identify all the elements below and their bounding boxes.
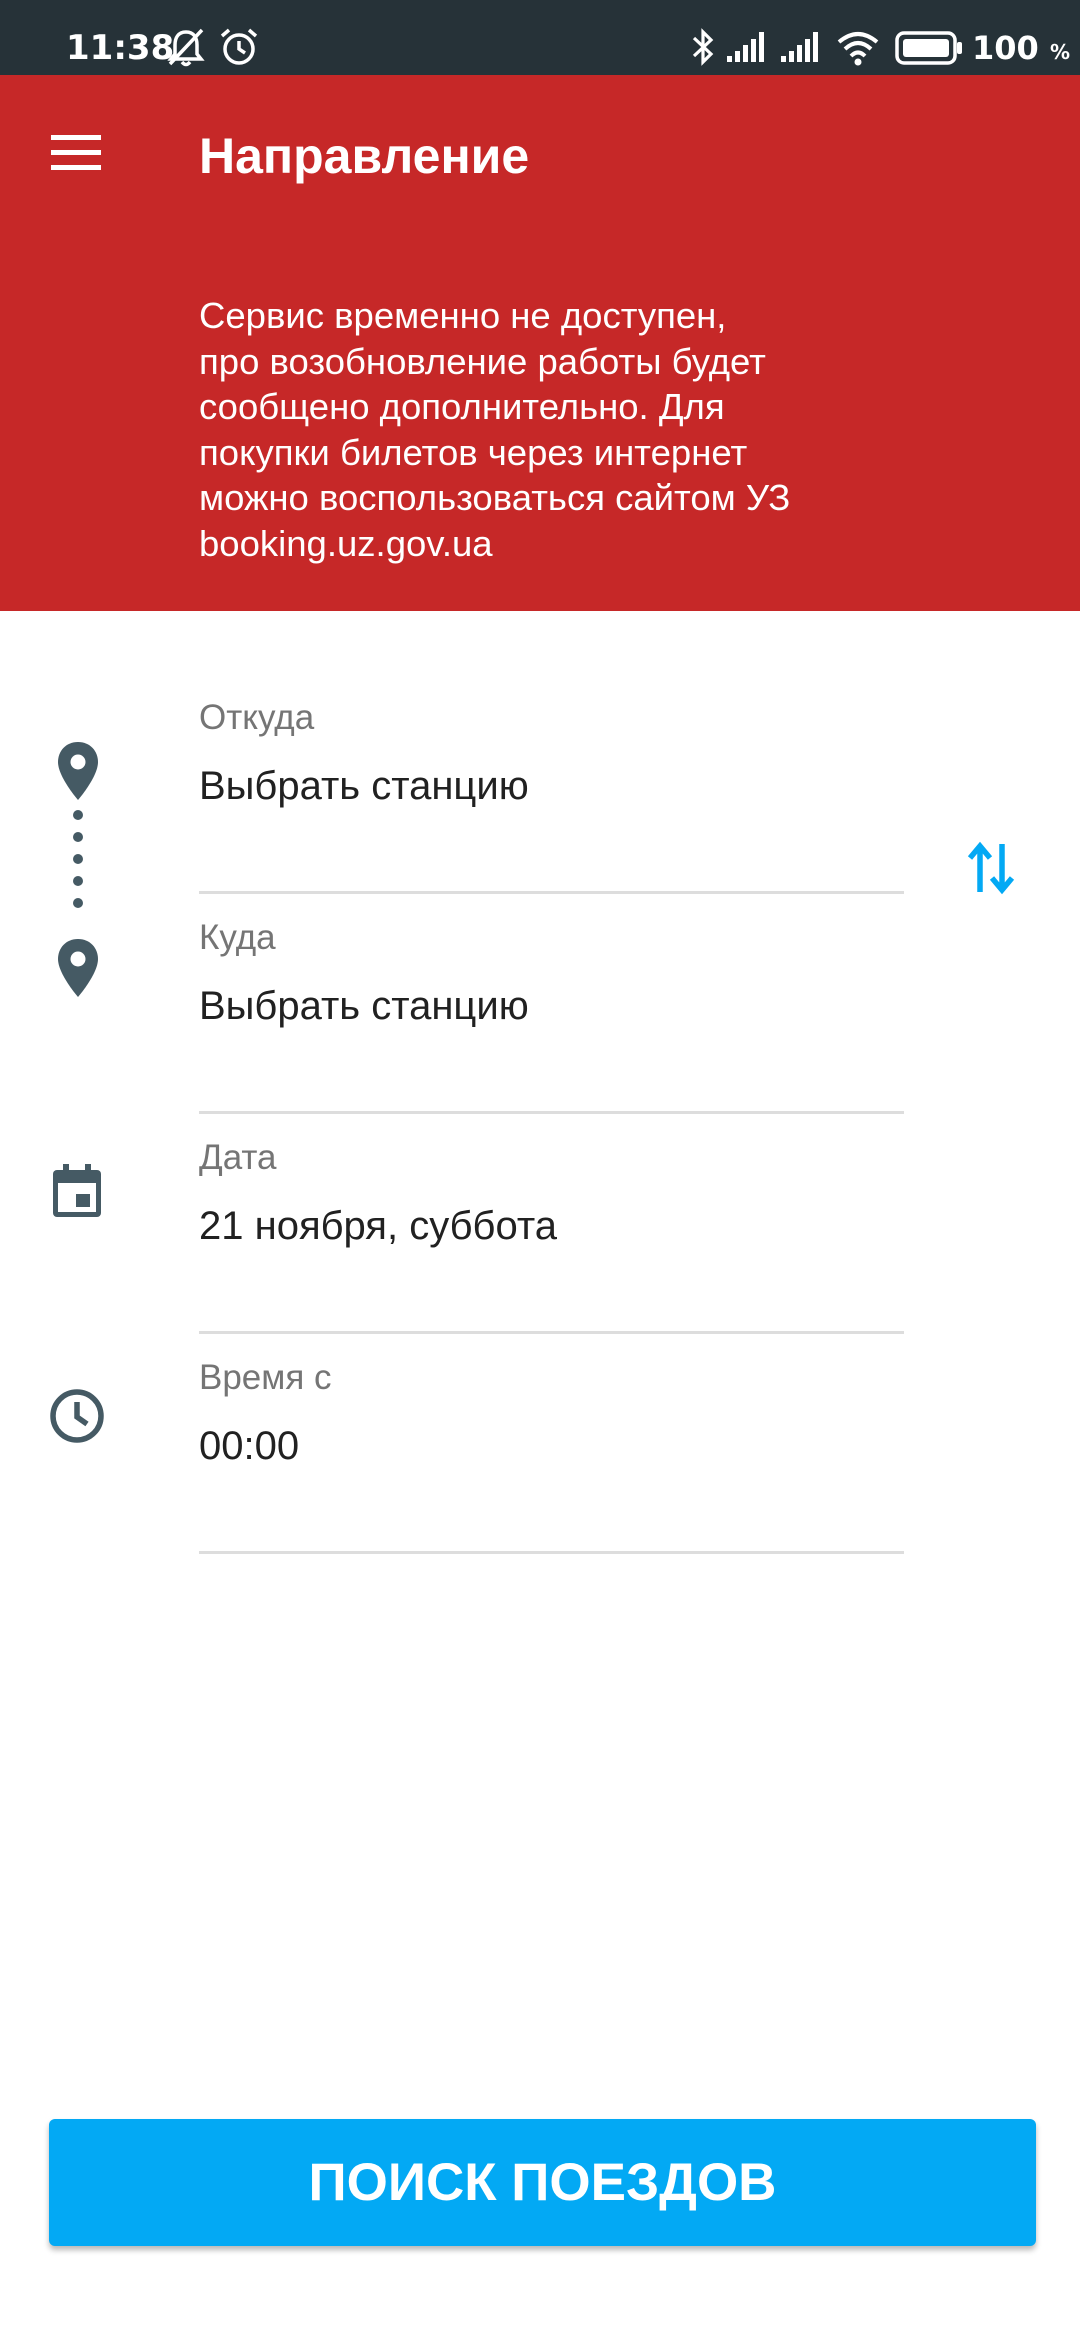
from-station-field[interactable]: Откуда Выбрать станцию [199, 690, 904, 910]
location-pin-icon [58, 939, 98, 997]
field-divider [199, 1111, 904, 1114]
to-value: Выбрать станцию [199, 984, 529, 1028]
to-label: Куда [199, 918, 276, 957]
time-row: Время с 00:00 [0, 1350, 1080, 1570]
to-station-field[interactable]: Куда Выбрать станцию [199, 910, 904, 1130]
time-label: Время с [199, 1358, 332, 1397]
from-value: Выбрать станцию [199, 764, 529, 808]
clock-icon [50, 1389, 104, 1443]
date-row: Дата 21 ноября, суббота [0, 1130, 1080, 1350]
alarm-icon [220, 28, 258, 65]
swap-icon [967, 841, 1015, 895]
field-divider [199, 1551, 904, 1554]
search-trains-button[interactable]: ПОИСК ПОЕЗДОВ [49, 2119, 1036, 2246]
signal-icon [781, 32, 818, 62]
menu-icon [51, 135, 101, 170]
from-row: Откуда Выбрать станцию [0, 690, 1080, 910]
page-title: Направление [199, 128, 530, 184]
swap-stations-button[interactable] [962, 832, 1024, 902]
status-bar: 11:38 100 % [0, 0, 1080, 75]
status-time: 11:38 [66, 28, 175, 68]
service-notice: Сервис временно не доступен, про возобно… [199, 295, 791, 564]
date-label: Дата [199, 1138, 277, 1177]
date-field[interactable]: Дата 21 ноября, суббота [199, 1130, 904, 1350]
calendar-icon [53, 1164, 101, 1217]
field-divider [199, 1331, 904, 1334]
time-field[interactable]: Время с 00:00 [199, 1350, 904, 1570]
menu-button[interactable] [36, 119, 116, 189]
signal-icon [727, 32, 764, 62]
wifi-icon [837, 32, 879, 66]
location-pin-icon [58, 742, 98, 800]
field-divider [199, 891, 904, 894]
battery-icon [895, 31, 962, 65]
to-row: Куда Выбрать станцию [0, 910, 1080, 1130]
battery-percentage: 100 % [972, 29, 1070, 67]
bell-off-icon [167, 28, 205, 67]
time-value: 00:00 [199, 1424, 300, 1468]
date-value: 21 ноября, суббота [199, 1204, 557, 1248]
from-label: Откуда [199, 698, 315, 737]
bluetooth-icon [692, 28, 714, 66]
app-header: Направление Сервис временно не доступен,… [0, 75, 1080, 611]
